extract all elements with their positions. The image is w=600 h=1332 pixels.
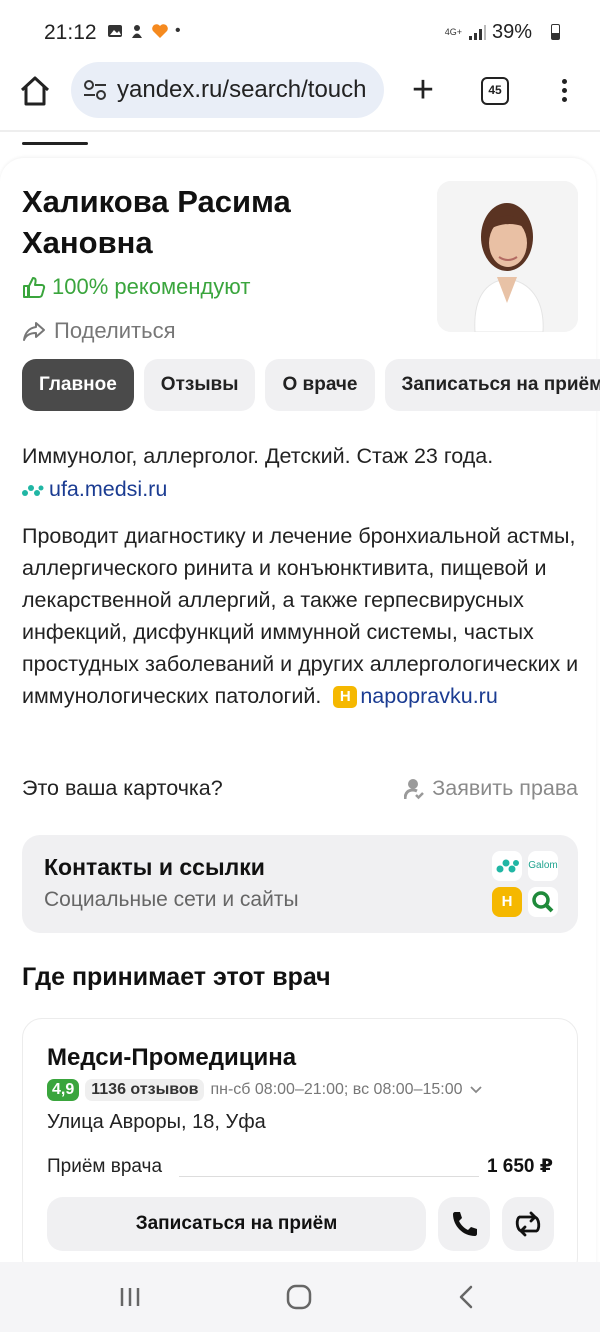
- doctor-portrait: [437, 181, 578, 332]
- section-tabs: Главное Отзывы О враче Записаться на при…: [22, 359, 600, 411]
- clinic-rating: 4,9: [47, 1079, 80, 1101]
- status-right: 4G+ 39%: [445, 21, 550, 44]
- source-link-medsi[interactable]: ufa.medsi.ru: [22, 477, 167, 502]
- phone-icon: [453, 1212, 477, 1236]
- clinic-hours[interactable]: пн-сб 08:00–21:00; вс 08:00–15:00: [210, 1081, 462, 1099]
- tab-switcher-button[interactable]: 45: [481, 77, 509, 105]
- browser-toolbar: yandex.ru/search/touch + 45: [0, 62, 600, 120]
- heart-app-icon: [152, 24, 168, 38]
- recent-apps-icon[interactable]: [113, 1280, 147, 1314]
- clinic-card[interactable]: Медси-Промедицина 4,9 1136 отзывов пн-сб…: [22, 1018, 578, 1278]
- system-nav-bar: [0, 1262, 600, 1332]
- battery-percent: 39%: [491, 21, 532, 43]
- share-label[interactable]: Поделиться: [54, 318, 175, 344]
- service-leader-line: [179, 1176, 479, 1177]
- status-bar: 21:12 • 4G+ 39%: [0, 0, 600, 62]
- status-dot: •: [175, 22, 181, 39]
- description-text: Проводит диагностику и лечение бронхиаль…: [22, 524, 579, 708]
- signal-icon: [468, 24, 486, 40]
- medsi-icon: [492, 851, 522, 881]
- home-icon[interactable]: [18, 74, 52, 108]
- tab-book[interactable]: Записаться на приём: [384, 359, 600, 411]
- user-check-icon: [404, 778, 425, 799]
- url-text[interactable]: yandex.ru/search/touch: [117, 76, 373, 104]
- claim-question: Это ваша карточка?: [22, 776, 223, 800]
- site-settings-icon[interactable]: [83, 79, 107, 101]
- book-appointment-button[interactable]: Записаться на приём: [47, 1197, 426, 1251]
- medsi-logo-icon: [22, 484, 44, 496]
- route-button[interactable]: [502, 1197, 554, 1251]
- app-icon: [132, 25, 142, 38]
- gallery-icon: [108, 25, 122, 37]
- contacts-subtitle: Социальные сети и сайты: [44, 888, 299, 911]
- address-bar[interactable]: yandex.ru/search/touch: [71, 62, 384, 118]
- tab-main[interactable]: Главное: [22, 359, 134, 411]
- napopravku-badge-icon: Н: [333, 686, 358, 708]
- service-name: Приём врача: [47, 1156, 163, 1177]
- claim-rights-label[interactable]: Заявить права: [432, 776, 578, 801]
- call-button[interactable]: [438, 1197, 490, 1251]
- more-menu-icon[interactable]: [555, 76, 573, 106]
- home-nav-icon[interactable]: [282, 1280, 316, 1314]
- page-divider: [0, 130, 600, 132]
- route-icon: [515, 1211, 541, 1237]
- tab-about[interactable]: О враче: [265, 359, 375, 411]
- recommend-text: 100% рекомендуют: [52, 274, 251, 299]
- clinic-name[interactable]: Медси-Промедицина: [47, 1044, 296, 1072]
- thumbs-up-icon: [23, 277, 46, 298]
- clinic-reviews[interactable]: 1136 отзывов: [85, 1079, 205, 1101]
- search-icon: [528, 887, 558, 917]
- battery-icon: [551, 24, 560, 40]
- doctor-photo[interactable]: [437, 181, 578, 332]
- contacts-icons: Galom Н: [492, 851, 558, 917]
- napopravku-icon: Н: [492, 887, 522, 917]
- contacts-title: Контакты и ссылки: [44, 854, 265, 880]
- where-title: Где принимает этот врач: [22, 963, 331, 991]
- contacts-card[interactable]: Контакты и ссылки Социальные сети и сайт…: [22, 835, 578, 933]
- recommend-label: 100% рекомендуют: [22, 274, 250, 300]
- network-type: 4G+: [444, 27, 462, 37]
- share-icon: [23, 322, 45, 341]
- clinic-meta: 4,9 1136 отзывов пн-сб 08:00–21:00; вс 0…: [47, 1079, 483, 1101]
- doctor-name: Халикова Расима Хановна: [22, 184, 291, 260]
- galom-icon: Galom: [528, 851, 558, 881]
- claim-rights-button[interactable]: Заявить права: [404, 776, 578, 801]
- doctor-description: Проводит диагностику и лечение бронхиаль…: [22, 520, 582, 712]
- scroll-indicator: [22, 142, 88, 145]
- service-price: 1 650 ₽: [486, 1156, 553, 1177]
- share-button[interactable]: Поделиться: [22, 318, 175, 344]
- clinic-address: Улица Авроры, 18, Уфа: [47, 1111, 266, 1133]
- source-link-napopravku[interactable]: napopravku.ru: [360, 684, 497, 708]
- status-time: 21:12: [44, 21, 97, 44]
- status-notification-icons: •: [107, 22, 181, 40]
- doctor-specialty: Иммунолог, аллерголог. Детский. Стаж 23 …: [22, 444, 494, 468]
- source-link-medsi-text[interactable]: ufa.medsi.ru: [49, 477, 167, 502]
- tab-reviews[interactable]: Отзывы: [143, 359, 256, 411]
- back-icon[interactable]: [450, 1280, 484, 1314]
- chevron-down-icon[interactable]: [469, 1085, 483, 1095]
- new-tab-button[interactable]: +: [406, 71, 440, 109]
